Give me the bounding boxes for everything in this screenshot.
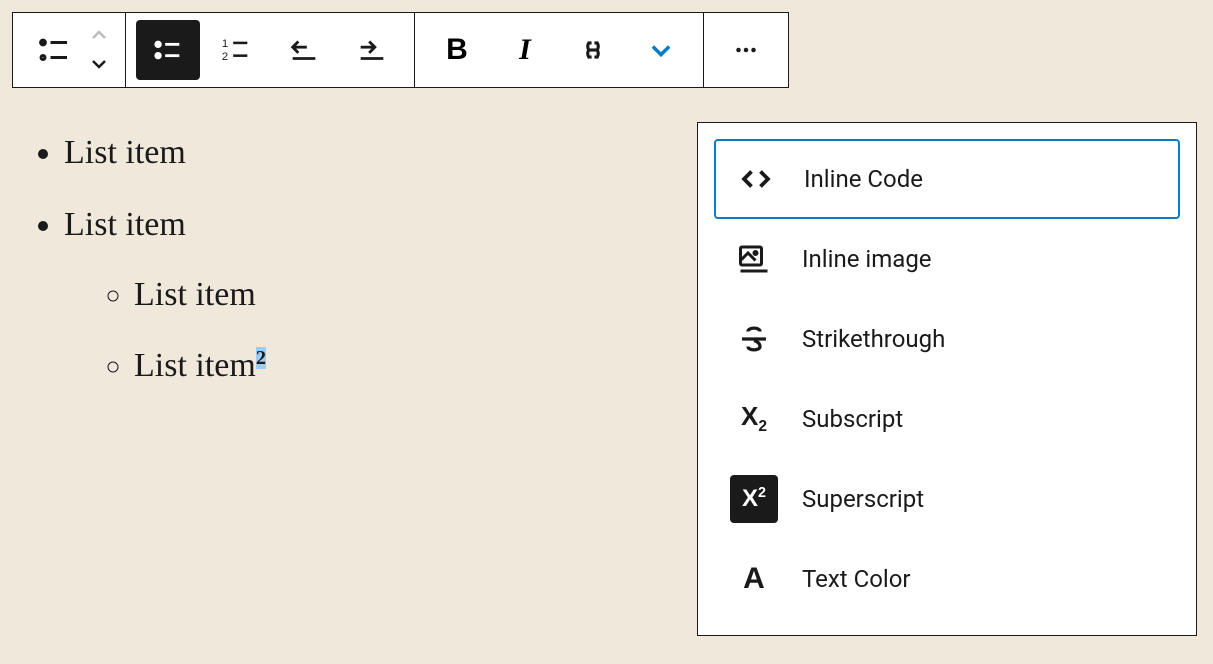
image-icon bbox=[730, 235, 778, 283]
dropdown-item-label: Text Color bbox=[802, 565, 911, 593]
dropdown-item-superscript[interactable]: X2 Superscript bbox=[714, 459, 1180, 539]
indent-button[interactable] bbox=[340, 20, 404, 80]
outdent-button[interactable] bbox=[272, 20, 336, 80]
bullet-list-icon bbox=[151, 33, 185, 67]
block-type-list-button[interactable] bbox=[23, 20, 87, 80]
bold-button[interactable]: B bbox=[425, 20, 489, 80]
ordered-list-button[interactable]: 1 2 bbox=[204, 20, 268, 80]
dropdown-item-text-color[interactable]: A Text Color bbox=[714, 539, 1180, 619]
superscript-icon: X2 bbox=[730, 475, 778, 523]
more-format-button[interactable] bbox=[629, 20, 693, 80]
subscript-icon: X2 bbox=[730, 395, 778, 443]
dropdown-item-label: Subscript bbox=[802, 405, 903, 433]
bold-icon: B bbox=[446, 33, 468, 67]
link-button[interactable] bbox=[561, 20, 625, 80]
outdent-icon bbox=[287, 33, 321, 67]
svg-text:1: 1 bbox=[222, 38, 228, 50]
dropdown-item-label: Strikethrough bbox=[802, 325, 945, 353]
dropdown-item-label: Inline image bbox=[802, 245, 932, 273]
list-item-text: List item bbox=[134, 276, 256, 313]
move-down-button[interactable] bbox=[89, 50, 117, 78]
link-icon bbox=[576, 33, 610, 67]
chevron-up-icon bbox=[89, 29, 109, 43]
strikethrough-icon bbox=[730, 315, 778, 363]
dropdown-item-subscript[interactable]: X2 Subscript bbox=[714, 379, 1180, 459]
block-toolbar: 1 2 B I bbox=[12, 12, 789, 88]
more-options-button[interactable] bbox=[714, 20, 778, 80]
italic-icon: I bbox=[519, 33, 531, 67]
svg-text:2: 2 bbox=[222, 51, 228, 63]
toolbar-group-list: 1 2 bbox=[126, 13, 415, 87]
list-item-text: List item bbox=[134, 347, 256, 384]
dropdown-item-inline-code[interactable]: Inline Code bbox=[714, 139, 1180, 219]
unordered-list-button[interactable] bbox=[136, 20, 200, 80]
dropdown-item-inline-image[interactable]: Inline image bbox=[714, 219, 1180, 299]
move-up-button[interactable] bbox=[89, 22, 117, 50]
list-item-text: List item bbox=[64, 134, 186, 171]
code-icon bbox=[732, 155, 780, 203]
chevron-down-icon bbox=[89, 57, 109, 71]
toolbar-group-options bbox=[704, 13, 788, 87]
numbered-list-icon: 1 2 bbox=[219, 33, 253, 67]
toolbar-group-format: B I bbox=[415, 13, 704, 87]
superscript-text[interactable]: 2 bbox=[256, 347, 266, 369]
block-mover bbox=[89, 20, 117, 80]
dropdown-item-label: Superscript bbox=[802, 485, 924, 513]
indent-icon bbox=[355, 33, 389, 67]
dropdown-item-strikethrough[interactable]: Strikethrough bbox=[714, 299, 1180, 379]
ellipsis-icon bbox=[731, 35, 761, 65]
chevron-down-icon bbox=[647, 36, 675, 64]
italic-button[interactable]: I bbox=[493, 20, 557, 80]
format-dropdown-menu: Inline Code Inline image Strikethrough X… bbox=[697, 122, 1197, 636]
dropdown-item-label: Inline Code bbox=[804, 165, 923, 193]
text-color-icon: A bbox=[730, 555, 778, 603]
list-item-text: List item bbox=[64, 206, 186, 243]
toolbar-group-block bbox=[13, 13, 126, 87]
list-icon bbox=[37, 32, 73, 68]
